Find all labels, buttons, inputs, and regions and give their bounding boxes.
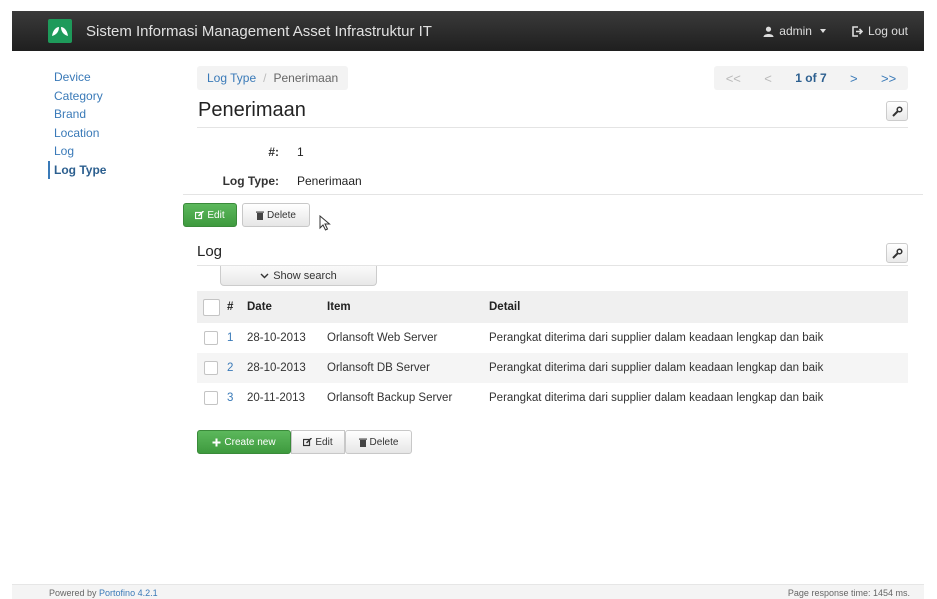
title-divider <box>197 127 908 128</box>
breadcrumb: Log Type / Penerimaan <box>197 66 349 90</box>
app-title[interactable]: Sistem Informasi Management Asset Infras… <box>86 23 432 40</box>
wrench-icon <box>891 247 903 259</box>
log-settings-button[interactable] <box>886 243 908 263</box>
trash-icon <box>256 211 265 220</box>
sidebar-item-device[interactable]: Device <box>48 68 158 87</box>
mouse-cursor-icon <box>319 215 331 231</box>
page-settings-button[interactable] <box>886 101 908 121</box>
chevron-down-icon <box>260 273 269 278</box>
field-value-log-type: Penerimaan <box>297 174 362 188</box>
leaf-logo-icon[interactable] <box>48 19 72 43</box>
col-item-header: Item <box>327 291 489 323</box>
breadcrumb-parent-link[interactable]: Log Type <box>207 71 256 85</box>
row-detail: Perangkat diterima dari supplier dalam k… <box>489 332 824 344</box>
edit-button[interactable]: Edit <box>183 203 237 227</box>
row-item: Orlansoft Web Server <box>327 332 438 344</box>
field-log-type: Log Type: Penerimaan <box>197 174 362 188</box>
trash-icon <box>358 438 367 447</box>
field-label-id: #: <box>268 145 279 159</box>
plus-icon <box>212 438 221 446</box>
prev-page-button[interactable]: < <box>764 71 772 86</box>
breadcrumb-separator: / <box>263 71 267 85</box>
log-table: # Date Item Detail 1 28-10-2013 Orlansof… <box>197 291 908 413</box>
row-item: Orlansoft DB Server <box>327 353 489 383</box>
caret-down-icon <box>819 29 826 33</box>
row-number-link[interactable]: 1 <box>227 332 233 344</box>
top-navbar: Sistem Informasi Management Asset Infras… <box>12 11 924 51</box>
row-number-link[interactable]: 3 <box>227 392 233 404</box>
logout-label: Log out <box>867 24 908 38</box>
powered-by: Powered by Portofino 4.2.1 <box>49 588 158 598</box>
row-item: Orlansoft Backup Server <box>327 392 453 404</box>
row-detail: Perangkat diterima dari supplier dalam k… <box>489 353 908 383</box>
row-date: 28-10-2013 <box>247 332 306 344</box>
sidebar-item-category[interactable]: Category <box>48 87 158 106</box>
logout-icon <box>852 25 863 37</box>
field-value-id: 1 <box>297 145 304 159</box>
page-count: 1 of 7 <box>795 71 827 85</box>
user-menu[interactable]: admin <box>763 24 826 38</box>
sidebar-nav: Device Category Brand Location Log Log T… <box>48 68 158 179</box>
log-delete-button[interactable]: Delete <box>345 430 412 454</box>
field-label-log-type: Log Type: <box>222 174 279 188</box>
log-section-title: Log <box>197 243 223 260</box>
row-checkbox-cell <box>197 323 227 353</box>
row-checkbox-cell <box>197 383 227 413</box>
show-search-label: Show search <box>273 269 337 282</box>
edit-label: Edit <box>207 209 225 221</box>
portofino-link[interactable]: Portofino 4.2.1 <box>99 588 158 598</box>
row-detail: Perangkat diterima dari supplier dalam k… <box>489 392 824 404</box>
row-checkbox[interactable] <box>204 331 218 345</box>
logout-link[interactable]: Log out <box>852 24 908 38</box>
row-number-link[interactable]: 2 <box>227 362 233 374</box>
delete-button[interactable]: Delete <box>242 203 310 227</box>
last-page-button[interactable]: >> <box>881 71 896 86</box>
create-new-label: Create new <box>224 436 276 448</box>
table-header-row: # Date Item Detail <box>197 291 908 323</box>
create-new-button[interactable]: Create new <box>197 430 291 454</box>
select-all-checkbox[interactable] <box>203 298 220 316</box>
sidebar-item-brand[interactable]: Brand <box>48 105 158 124</box>
log-edit-button[interactable]: Edit <box>291 430 345 454</box>
table-row: 2 28-10-2013 Orlansoft DB Server Perangk… <box>197 353 908 383</box>
powered-by-prefix: Powered by <box>49 588 97 598</box>
edit-icon <box>303 437 313 446</box>
col-detail-header: Detail <box>489 291 908 323</box>
wrench-icon <box>891 105 903 117</box>
row-date: 28-10-2013 <box>247 353 327 383</box>
sidebar-item-log[interactable]: Log <box>48 142 158 161</box>
sidebar-item-location[interactable]: Location <box>48 124 158 143</box>
table-row: 3 20-11-2013 Orlansoft Backup Server Per… <box>197 383 908 413</box>
row-checkbox-cell <box>197 353 227 383</box>
page-title: Penerimaan <box>198 99 306 121</box>
sidebar-item-log-type[interactable]: Log Type <box>48 160 158 179</box>
col-date-header: Date <box>247 291 327 323</box>
next-page-button[interactable]: > <box>850 71 858 86</box>
delete-label: Delete <box>267 209 296 221</box>
breadcrumb-current: Penerimaan <box>273 71 339 85</box>
table-row: 1 28-10-2013 Orlansoft Web Server Perang… <box>197 323 908 353</box>
record-pager: << < 1 of 7 > >> <box>714 66 908 90</box>
user-name: admin <box>779 24 812 38</box>
field-id: #: 1 <box>197 145 304 159</box>
row-checkbox[interactable] <box>204 361 218 375</box>
row-checkbox[interactable] <box>204 391 218 405</box>
log-edit-label: Edit <box>315 436 333 448</box>
user-icon <box>763 26 774 37</box>
row-date: 20-11-2013 <box>247 392 305 404</box>
log-delete-label: Delete <box>369 436 399 448</box>
page-footer: Powered by Portofino 4.2.1 Page response… <box>12 584 924 599</box>
fields-divider <box>183 194 923 195</box>
edit-icon <box>195 210 205 219</box>
response-time: Page response time: 1454 ms. <box>787 588 910 598</box>
col-num-header: # <box>227 291 247 323</box>
first-page-button[interactable]: << <box>726 71 741 86</box>
show-search-toggle[interactable]: Show search <box>220 266 377 286</box>
select-all-cell <box>197 291 227 323</box>
